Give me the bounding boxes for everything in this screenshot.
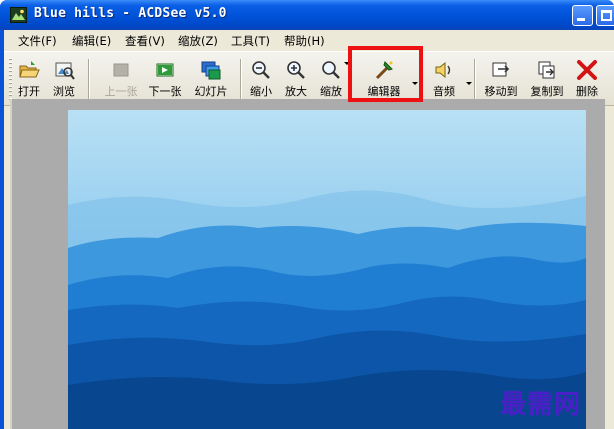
- zoom-in-button[interactable]: 放大: [281, 56, 311, 102]
- menu-bar: 文件(F) 编辑(E) 查看(V) 缩放(Z) 工具(T) 帮助(H): [4, 30, 614, 50]
- viewer-border: [10, 99, 12, 429]
- toolbar: 打开 浏览 上一张 下一张 幻灯片 缩小 放大 缩放 编辑器 音频 移动到 复制…: [4, 51, 614, 106]
- copy-to-icon: [536, 59, 558, 81]
- toolbar-grip[interactable]: [9, 58, 12, 100]
- zoom-out-button[interactable]: 缩小: [246, 56, 276, 102]
- menu-file[interactable]: 文件(F): [18, 33, 57, 49]
- zoom-out-label: 缩小: [250, 85, 272, 98]
- zoom-in-icon: [285, 59, 307, 81]
- audio-button[interactable]: 音频: [426, 56, 472, 102]
- window-title: Blue hills - ACDSee v5.0: [34, 6, 227, 21]
- move-to-icon: [490, 59, 512, 81]
- blue-hills-image[interactable]: [68, 110, 586, 429]
- maximize-icon: [601, 10, 612, 21]
- zoom-icon: [320, 59, 342, 81]
- copy-to-label: 复制到: [530, 85, 564, 98]
- move-to-label: 移动到: [484, 85, 518, 98]
- next-image-label: 下一张: [148, 85, 182, 98]
- minimize-button[interactable]: [572, 5, 593, 26]
- menu-edit[interactable]: 编辑(E): [72, 33, 111, 49]
- menu-view[interactable]: 查看(V): [125, 33, 165, 49]
- title-bar[interactable]: Blue hills - ACDSee v5.0: [0, 0, 614, 30]
- next-image-button[interactable]: 下一张: [144, 56, 186, 102]
- audio-label: 音频: [433, 85, 455, 98]
- zoom-button[interactable]: 缩放: [316, 56, 350, 102]
- previous-image-button[interactable]: 上一张: [100, 56, 142, 102]
- acdsee-app-icon[interactable]: [10, 7, 27, 23]
- minimize-icon: [577, 18, 585, 21]
- open-folder-icon: [18, 59, 40, 81]
- zoom-out-icon: [250, 59, 272, 81]
- slideshow-icon: [200, 59, 222, 81]
- previous-image-icon: [110, 59, 132, 81]
- slideshow-label: 幻灯片: [194, 85, 228, 98]
- app-window: Blue hills - ACDSee v5.0 文件(F) 编辑(E) 查看(…: [0, 0, 614, 429]
- next-image-icon: [154, 59, 176, 81]
- open-label: 打开: [18, 85, 40, 98]
- editor-highlight-box: [348, 46, 423, 102]
- previous-image-label: 上一张: [104, 85, 138, 98]
- toolbar-separator: [474, 59, 476, 99]
- maximize-button[interactable]: [596, 5, 614, 26]
- delete-label: 删除: [576, 85, 598, 98]
- toolbar-separator: [88, 59, 90, 99]
- watermark-text: 最需网: [500, 390, 582, 420]
- speaker-icon: [432, 59, 454, 81]
- menu-help[interactable]: 帮助(H): [284, 33, 325, 49]
- menu-tools[interactable]: 工具(T): [231, 33, 270, 49]
- delete-button[interactable]: 删除: [570, 56, 604, 102]
- delete-icon: [576, 59, 598, 81]
- browse-icon: [53, 59, 75, 81]
- audio-dropdown-arrow[interactable]: [466, 82, 472, 85]
- move-to-button[interactable]: 移动到: [480, 56, 522, 102]
- zoom-label: 缩放: [320, 85, 342, 98]
- open-button[interactable]: 打开: [14, 56, 44, 102]
- browse-button[interactable]: 浏览: [46, 56, 82, 102]
- toolbar-separator: [240, 59, 242, 99]
- copy-to-button[interactable]: 复制到: [526, 56, 568, 102]
- slideshow-button[interactable]: 幻灯片: [190, 56, 232, 102]
- menu-zoom[interactable]: 缩放(Z): [178, 33, 218, 49]
- browse-label: 浏览: [53, 85, 75, 98]
- zoom-in-label: 放大: [285, 85, 307, 98]
